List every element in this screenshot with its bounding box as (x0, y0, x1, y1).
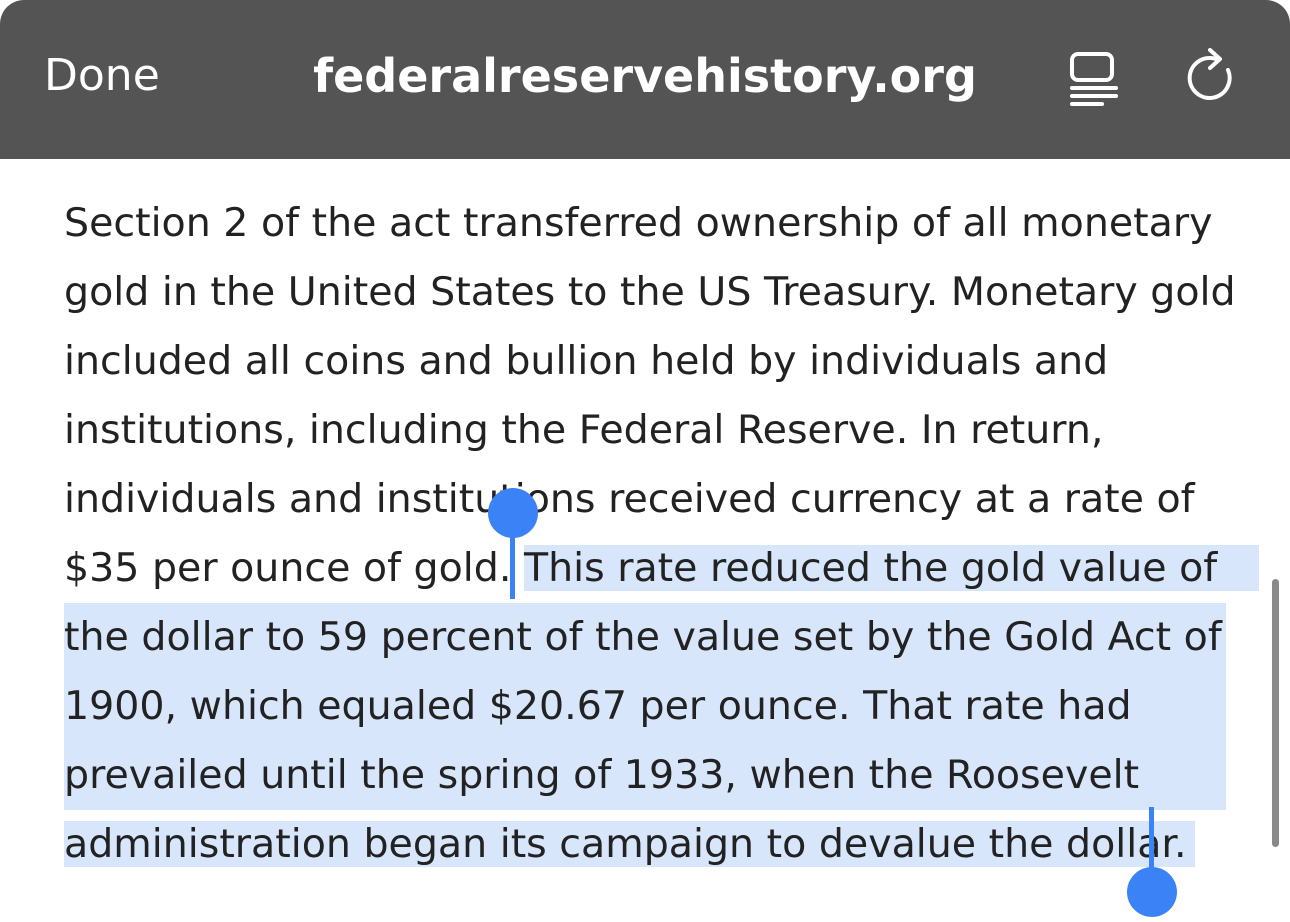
reader-mode-icon (1070, 52, 1118, 106)
text-line-mixed[interactable]: $35 per ounce of gold. This rate reduced… (64, 534, 1260, 603)
selected-text-line[interactable]: the dollar to 59 percent of the value se… (64, 603, 1226, 672)
reader-mode-button[interactable] (1066, 50, 1122, 106)
text-line[interactable]: individuals and institutions received cu… (64, 465, 1234, 534)
selected-text-line-last[interactable]: administration began its campaign to dev… (64, 810, 1234, 879)
text-line[interactable]: included all coins and bullion held by i… (64, 327, 1234, 396)
article-paragraph[interactable]: Section 2 of the act transferred ownersh… (64, 189, 1260, 879)
article-content[interactable]: Section 2 of the act transferred ownersh… (0, 159, 1290, 922)
reload-icon (1187, 48, 1232, 100)
selection-start-handle-bar[interactable] (510, 528, 515, 599)
text-segment[interactable]: $35 per ounce of gold. (64, 545, 524, 591)
text-line[interactable]: institutions, including the Federal Rese… (64, 396, 1234, 465)
done-button[interactable]: Done (44, 46, 160, 106)
reload-button[interactable] (1184, 46, 1240, 106)
selection-end-handle[interactable] (1127, 867, 1177, 917)
selected-text-line[interactable]: 1900, which equaled $20.67 per ounce. Th… (64, 672, 1226, 741)
selected-text-line[interactable]: prevailed until the spring of 1933, when… (64, 741, 1226, 810)
scrollbar[interactable] (1272, 579, 1279, 847)
selected-text[interactable]: This rate reduced the gold value of (523, 545, 1260, 591)
browser-toolbar: Done federalreservehistory.org (0, 0, 1290, 159)
selection-start-handle[interactable] (488, 488, 538, 538)
text-line[interactable]: gold in the United States to the US Trea… (64, 258, 1236, 327)
selected-text[interactable]: administration began its campaign to dev… (64, 821, 1195, 867)
text-line[interactable]: Section 2 of the act transferred ownersh… (64, 189, 1234, 258)
